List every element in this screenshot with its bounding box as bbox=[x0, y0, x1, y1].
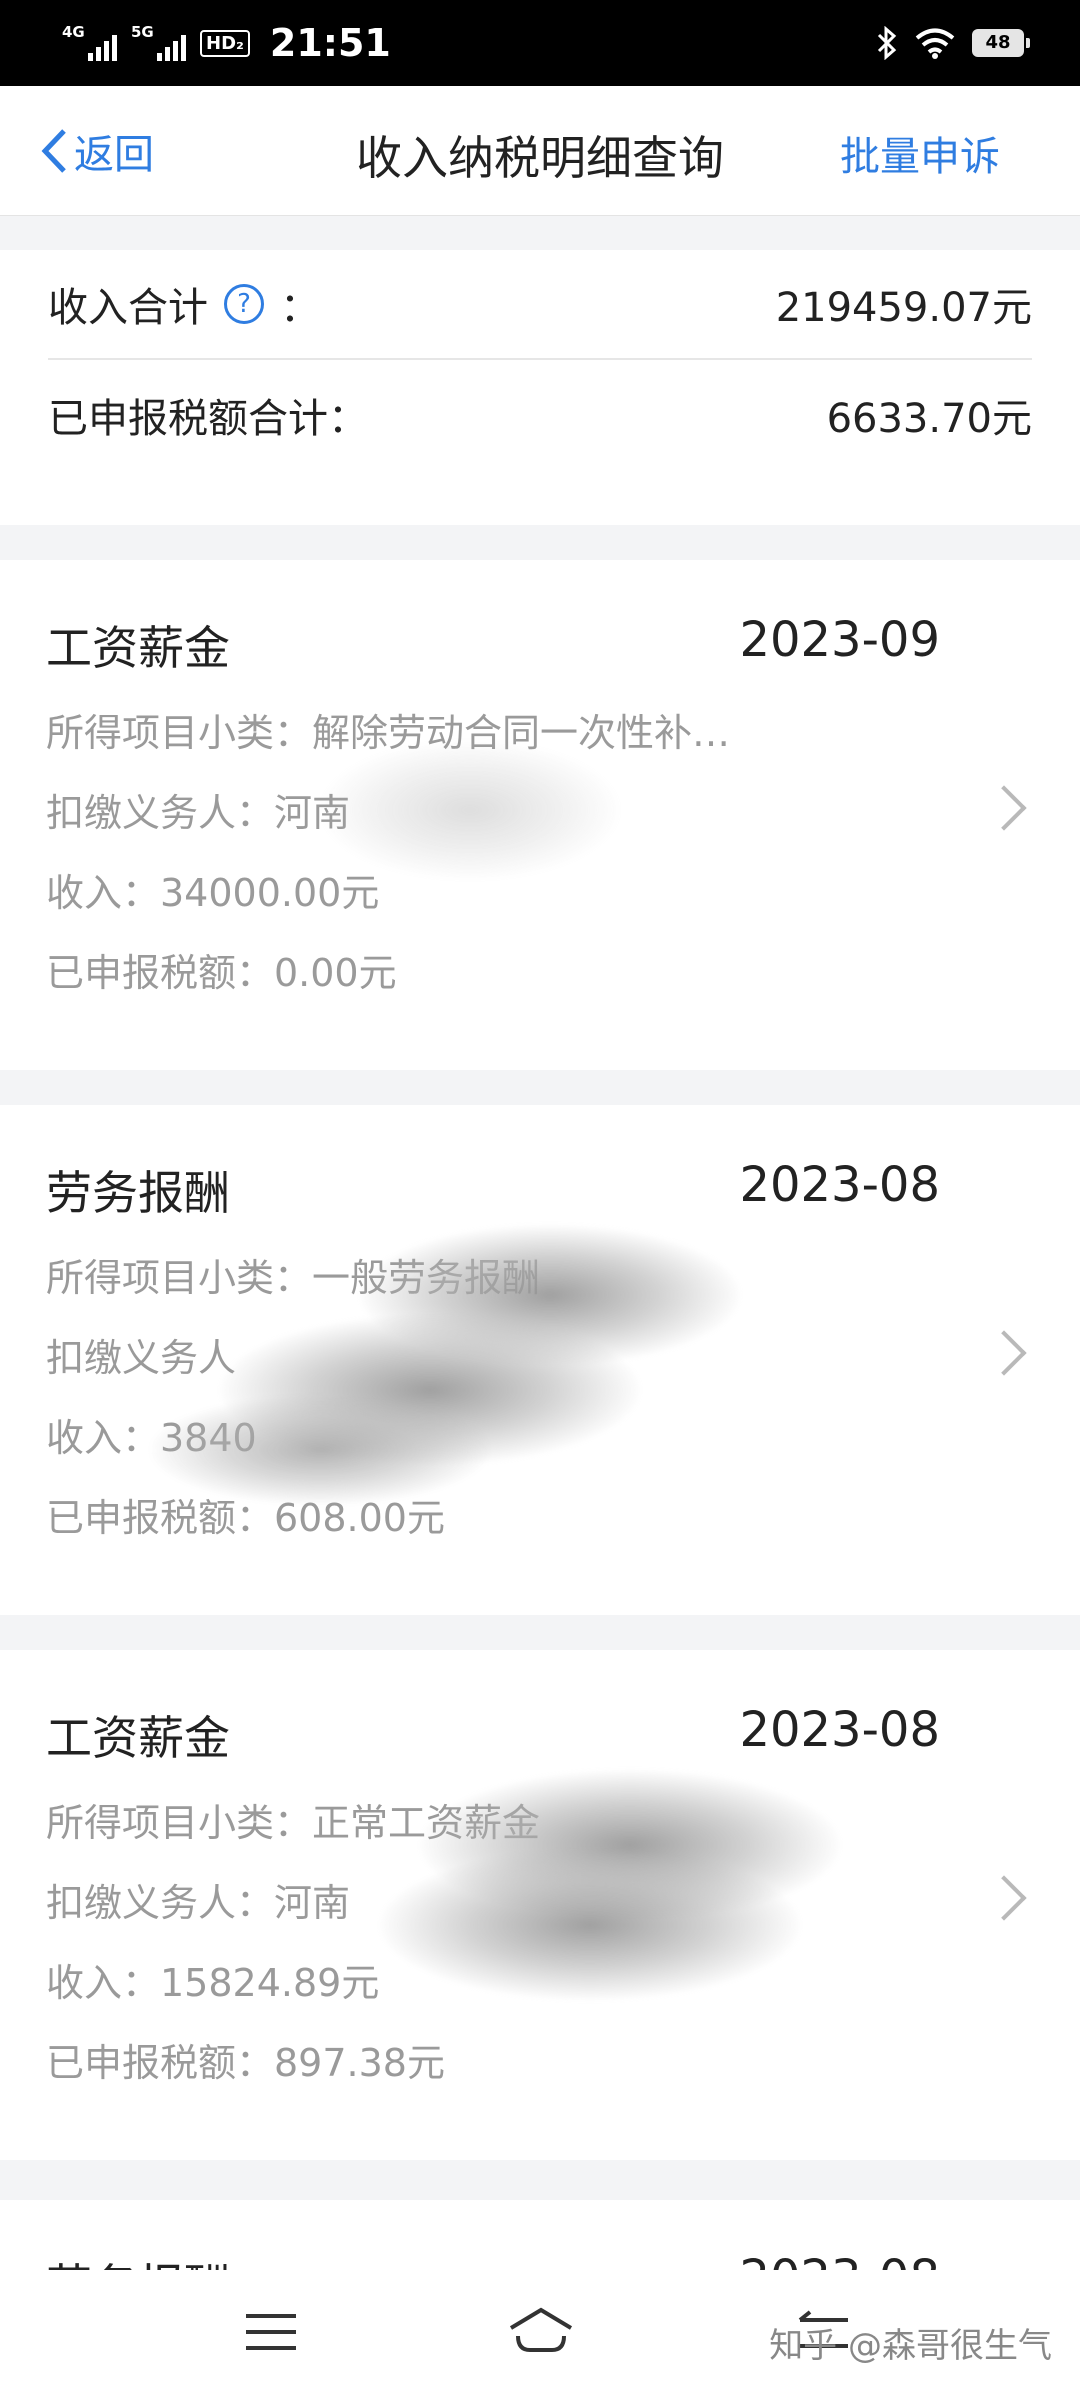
income-total-label: 收入合计 bbox=[48, 285, 208, 331]
record-date: 2023-08 bbox=[739, 1157, 940, 1213]
record-date: 2023-09 bbox=[739, 612, 940, 668]
bluetooth-icon bbox=[877, 26, 897, 60]
redaction-smudge bbox=[150, 1395, 490, 1505]
summary-panel: 收入合计 ? ： 219459.07元 已申报税额合计： 6633.70元 bbox=[0, 250, 1080, 525]
record-category: 工资薪金 bbox=[46, 1711, 230, 1765]
battery-icon: 48 bbox=[972, 29, 1030, 57]
record-card[interactable]: 工资薪金 2023-09 所得项目小类：解除劳动合同一次性补… 扣缴义务人：河南… bbox=[0, 560, 1080, 1070]
hd-voice-icon: HD₂ bbox=[200, 29, 250, 57]
record-income: 收入：15824.89元 bbox=[46, 1961, 380, 2005]
chevron-right-icon bbox=[981, 1875, 1027, 1921]
record-withholder: 扣缴义务人：河南 bbox=[46, 1881, 351, 1925]
record-tax: 已申报税额：897.38元 bbox=[46, 2041, 445, 2085]
signal-4g-label: 4G bbox=[62, 23, 85, 41]
help-icon[interactable]: ? bbox=[224, 284, 264, 324]
tax-total-label: 已申报税额合计： bbox=[48, 396, 368, 442]
record-withholder: 扣缴义务人：河南 bbox=[46, 791, 351, 835]
record-card[interactable]: 工资薪金 2023-08 所得项目小类：正常工资薪金 扣缴义务人：河南 收入：1… bbox=[0, 1650, 1080, 2160]
wifi-icon bbox=[915, 28, 955, 59]
chevron-right-icon bbox=[981, 785, 1027, 831]
home-icon[interactable] bbox=[506, 2306, 576, 2356]
record-tax: 已申报税额：0.00元 bbox=[46, 951, 397, 995]
status-bar: 4G 5G HD₂ 21:51 48 bbox=[0, 0, 1080, 86]
watermark: 知乎 @森哥很生气 bbox=[769, 2326, 1052, 2366]
navigation-bar: 返回 收入纳税明细查询 批量申诉 bbox=[0, 86, 1080, 216]
chevron-right-icon bbox=[981, 1330, 1027, 1376]
cellular-signal-5g-icon: 5G bbox=[131, 23, 186, 61]
record-subcategory: 所得项目小类：解除劳动合同一次性补… bbox=[46, 711, 731, 755]
menu-icon[interactable] bbox=[246, 2314, 296, 2362]
batch-appeal-button[interactable]: 批量申诉 bbox=[840, 124, 1000, 182]
record-card[interactable]: 劳务报酬 2023-08 所得项目小类：一般劳务报酬 扣缴义务人 收入：3840… bbox=[0, 1105, 1080, 1615]
redaction-smudge bbox=[320, 740, 620, 880]
clock: 21:51 bbox=[269, 21, 391, 65]
signal-5g-label: 5G bbox=[131, 23, 154, 41]
redaction-smudge bbox=[380, 1850, 800, 2000]
income-total-value: 219459.07元 bbox=[775, 285, 1032, 331]
tax-total-row: 已申报税额合计： 6633.70元 bbox=[48, 360, 1032, 470]
record-category: 劳务报酬 bbox=[46, 1166, 230, 1220]
income-total-colon: ： bbox=[280, 285, 320, 331]
record-date: 2023-08 bbox=[739, 1702, 940, 1758]
income-total-row: 收入合计 ? ： 219459.07元 bbox=[48, 250, 1032, 360]
record-income: 收入：34000.00元 bbox=[46, 871, 380, 915]
cellular-signal-4g-icon: 4G bbox=[62, 23, 117, 61]
record-withholder: 扣缴义务人 bbox=[46, 1336, 237, 1380]
record-category: 工资薪金 bbox=[46, 621, 230, 675]
tax-total-value: 6633.70元 bbox=[826, 396, 1032, 442]
